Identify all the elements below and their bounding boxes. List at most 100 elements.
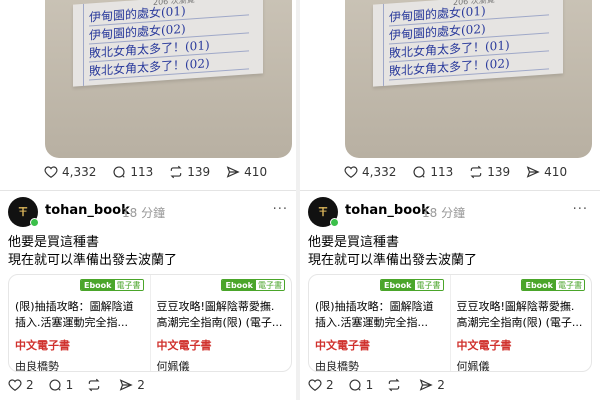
ebook-badge-en: Ebook — [522, 280, 556, 290]
ebook-card[interactable]: Ebook 電子書 豆豆攻略!圖解陰蒂愛撫.高潮完全指南(限) (電子... 中… — [149, 275, 292, 372]
post-photo[interactable]: 206 次瀏覽 伊甸園的處女(01) 伊甸園的處女(02) 敗北女角太多了！(0… — [345, 0, 592, 158]
comment-icon — [49, 379, 61, 391]
post-time: 18 分鐘 — [422, 206, 466, 220]
ebook-title: 豆豆攻略!圖解陰蒂愛撫.高潮完全指南(限) (電子... — [456, 300, 583, 329]
paper-sheet: 206 次瀏覽 伊甸園的處女(01) 伊甸園的處女(02) 敗北女角太多了！(0… — [73, 0, 263, 87]
comment-button[interactable]: 113 — [112, 165, 153, 179]
post-text-line: 他要是買這種書 — [8, 235, 100, 250]
sheet-margin-line — [83, 3, 84, 86]
comment-count: 113 — [130, 165, 154, 179]
repost-icon — [170, 165, 182, 179]
post-separator — [0, 190, 300, 191]
feed-column-right: 206 次瀏覽 伊甸園的處女(01) 伊甸園的處女(02) 敗北女角太多了！(0… — [300, 0, 600, 400]
repost-button[interactable] — [387, 378, 405, 392]
share-count: 410 — [244, 165, 268, 179]
ebook-title: (限)抽插攻略：圖解陰道插入.活塞運動完全指... — [15, 300, 134, 329]
heart-icon — [308, 379, 322, 391]
like-button[interactable]: 4,332 — [344, 165, 396, 179]
comment-icon — [113, 166, 126, 178]
sheet-margin-line — [383, 3, 384, 86]
ebook-badge: Ebook 電子書 — [221, 279, 285, 291]
ebook-badge: Ebook 電子書 — [379, 279, 444, 291]
post-photo[interactable]: 206 次瀏覽 伊甸園的處女(01) 伊甸園的處女(02) 敗北女角太多了！(0… — [45, 0, 292, 158]
send-icon — [226, 166, 240, 178]
repost-icon — [388, 378, 400, 392]
comment-count: 113 — [430, 165, 454, 179]
more-options-button[interactable]: ··· — [573, 202, 588, 217]
post-actions: 4,332 113 139 410 — [344, 165, 583, 179]
share-button[interactable]: 410 — [526, 165, 567, 179]
repost-button[interactable]: 139 — [469, 165, 510, 179]
like-button[interactable]: 2 — [8, 378, 34, 392]
repost-icon — [470, 165, 482, 179]
feed-column-left: 206 次瀏覽 伊甸園的處女(01) 伊甸園的處女(02) 敗北女角太多了！(0… — [0, 0, 300, 400]
brand-logo-icon — [318, 207, 328, 217]
send-icon — [419, 379, 433, 391]
send-icon — [526, 166, 540, 178]
ebook-author: 何姵儀 — [456, 360, 490, 372]
post-actions: 2 1 2 — [8, 378, 159, 392]
share-button[interactable]: 410 — [226, 165, 267, 179]
brand-logo-icon — [18, 207, 28, 217]
online-status-badge — [30, 218, 39, 227]
threads-feed-screenshot: 206 次瀏覽 伊甸園的處女(01) 伊甸園的處女(02) 敗北女角太多了！(0… — [0, 0, 600, 400]
comment-count: 1 — [365, 378, 374, 392]
ebook-author: 由良橋勢 — [315, 360, 359, 372]
comment-button[interactable]: 1 — [48, 378, 74, 392]
ebook-badge: Ebook 電子書 — [79, 279, 144, 291]
ebook-category: 中文電子書 — [315, 339, 370, 352]
like-button[interactable]: 4,332 — [44, 165, 96, 179]
comment-button[interactable]: 113 — [412, 165, 453, 179]
comment-icon — [349, 379, 361, 391]
post-separator — [300, 190, 600, 191]
like-count: 4,332 — [362, 165, 397, 179]
share-button[interactable]: 2 — [419, 378, 445, 392]
heart-icon — [8, 379, 22, 391]
post-text-line: 現在就可以準備出發去波蘭了 — [8, 253, 178, 268]
ebook-badge: Ebook 電子書 — [521, 279, 585, 291]
ebook-author: 由良橋勢 — [15, 360, 59, 372]
share-count: 2 — [137, 378, 145, 392]
ebook-badge-en: Ebook — [380, 280, 415, 290]
like-count: 2 — [26, 378, 34, 392]
comment-icon — [413, 166, 426, 178]
like-count: 2 — [326, 378, 334, 392]
author-name[interactable]: tohan_book — [45, 203, 130, 218]
ebook-category: 中文電子書 — [456, 339, 512, 352]
ebook-card[interactable]: Ebook 電子書 (限)抽插攻略：圖解陰道插入.活塞運動完全指... 中文電子… — [309, 275, 450, 371]
ebook-author: 何姵儀 — [156, 360, 190, 372]
post-body: 他要是買這種書 現在就可以準備出發去波蘭了 — [308, 234, 593, 270]
heart-icon — [44, 166, 58, 178]
ebook-card[interactable]: Ebook 電子書 豆豆攻略!圖解陰蒂愛撫.高潮完全指南(限) (電子... 中… — [449, 275, 592, 372]
author-name[interactable]: tohan_book — [345, 203, 430, 218]
comment-button[interactable]: 1 — [348, 378, 374, 392]
post-body: 他要是買這種書 現在就可以準備出發去波蘭了 — [8, 234, 293, 270]
ebook-category: 中文電子書 — [15, 339, 70, 352]
ebook-category: 中文電子書 — [156, 339, 212, 352]
share-button[interactable]: 2 — [119, 378, 145, 392]
ebook-title: 豆豆攻略!圖解陰蒂愛撫.高潮完全指南(限) (電子... — [156, 300, 283, 329]
repost-count: 139 — [187, 165, 211, 179]
more-options-button[interactable]: ··· — [273, 202, 288, 217]
repost-count: 139 — [487, 165, 511, 179]
post-time: 18 分鐘 — [122, 206, 166, 220]
ebook-card[interactable]: Ebook 電子書 (限)抽插攻略：圖解陰道插入.活塞運動完全指... 中文電子… — [9, 275, 150, 371]
ebook-card-carousel: Ebook 電子書 (限)抽插攻略：圖解陰道插入.活塞運動完全指... 中文電子… — [308, 274, 592, 372]
repost-button[interactable]: 139 — [169, 165, 210, 179]
ebook-badge-zh: 電子書 — [556, 280, 584, 290]
comment-count: 1 — [65, 378, 74, 392]
ebook-card-carousel: Ebook 電子書 (限)抽插攻略：圖解陰道插入.活塞運動完全指... 中文電子… — [8, 274, 292, 372]
ebook-title: (限)抽插攻略：圖解陰道插入.活塞運動完全指... — [315, 300, 434, 329]
share-count: 2 — [437, 378, 445, 392]
ebook-badge-zh: 電子書 — [114, 280, 143, 290]
ebook-badge-zh: 電子書 — [256, 280, 284, 290]
online-status-badge — [330, 218, 339, 227]
like-button[interactable]: 2 — [308, 378, 334, 392]
paper-sheet: 206 次瀏覽 伊甸園的處女(01) 伊甸園的處女(02) 敗北女角太多了！(0… — [373, 0, 563, 87]
heart-icon — [344, 166, 358, 178]
post-text-line: 現在就可以準備出發去波蘭了 — [308, 253, 478, 268]
send-icon — [119, 379, 133, 391]
like-count: 4,332 — [62, 165, 97, 179]
post-actions: 2 1 2 — [308, 378, 459, 392]
repost-button[interactable] — [87, 378, 105, 392]
